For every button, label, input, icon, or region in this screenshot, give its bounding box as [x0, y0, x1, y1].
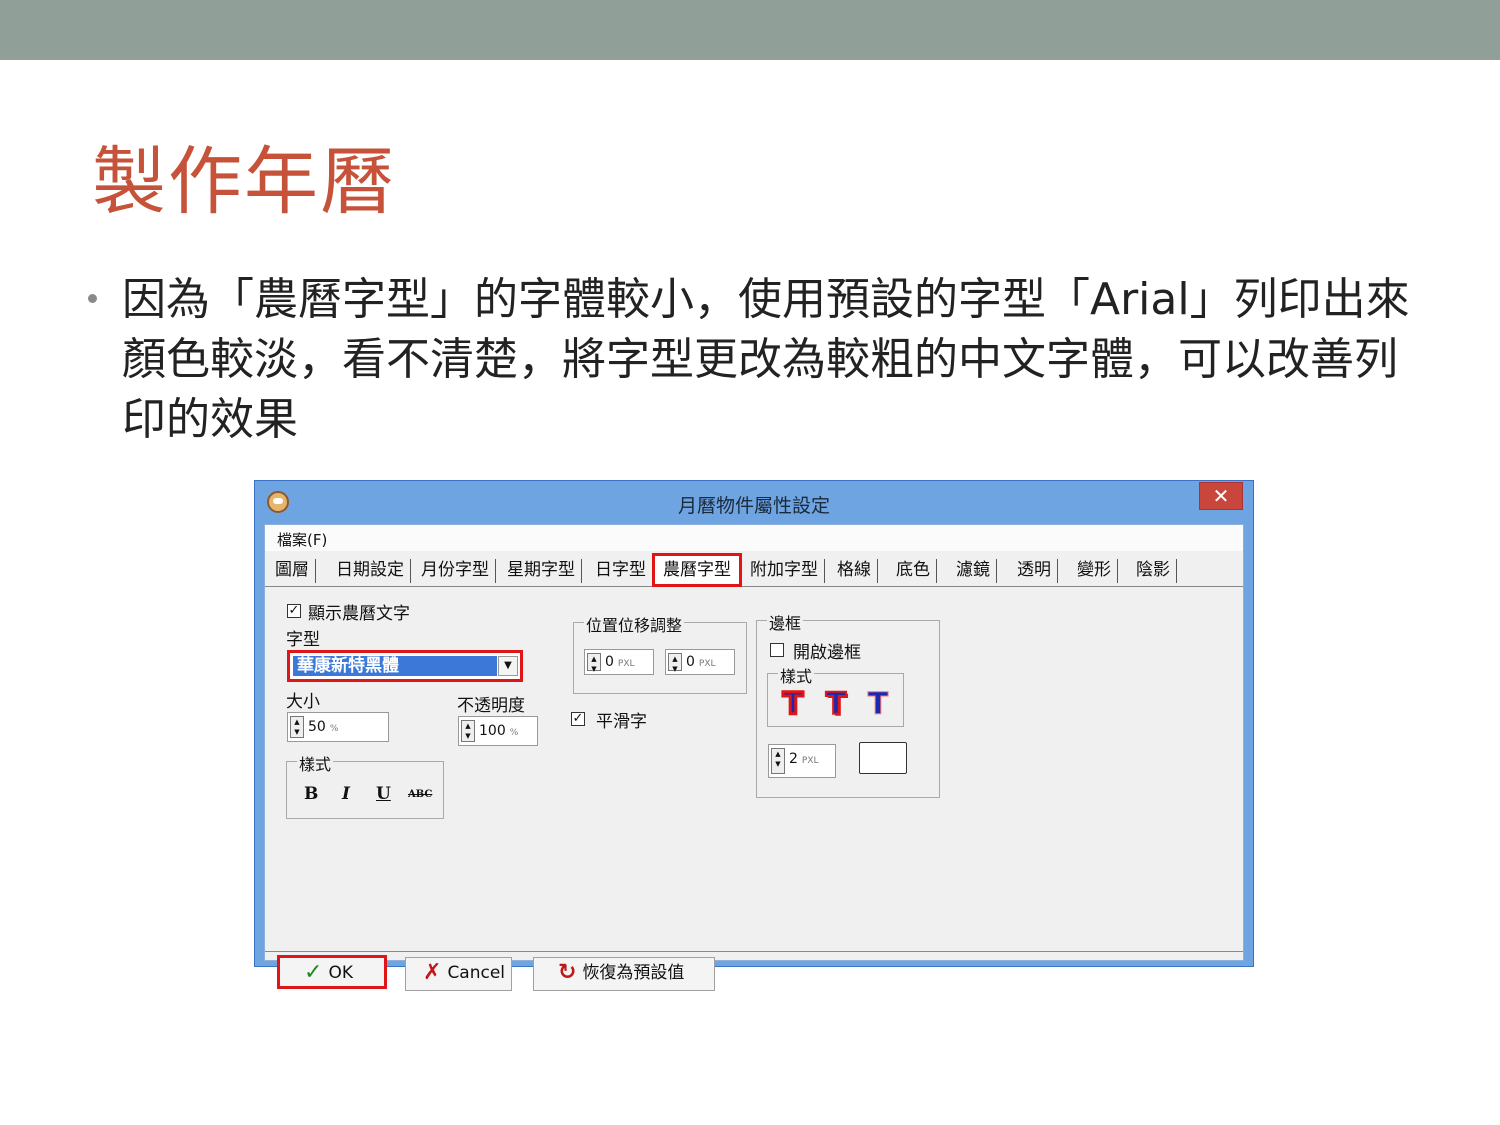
tab-transparency[interactable]: 透明	[1017, 559, 1058, 583]
tab-month-font[interactable]: 月份字型	[421, 559, 496, 583]
ok-button[interactable]: ✓ OK	[277, 955, 387, 989]
bullet-block: 因為「農曆字型」的字體較小，使用預設的字型「Arial」列印出來顏色較淡，看不清…	[88, 270, 1418, 450]
spinner-arrows-icon[interactable]: ▲ ▼	[668, 653, 682, 673]
close-button[interactable]: ✕	[1199, 482, 1243, 510]
cancel-button[interactable]: ✗ Cancel	[405, 957, 512, 991]
border-group-label: 邊框	[767, 610, 804, 634]
spinner-arrows-icon[interactable]: ▲ ▼	[461, 720, 475, 742]
tab-shadow[interactable]: 陰影	[1136, 559, 1177, 583]
refresh-icon: ↻	[558, 960, 577, 985]
border-width-unit: PXL	[801, 756, 819, 766]
font-style-group-label: 樣式	[297, 751, 334, 775]
border-style-group: 樣式 T T T	[767, 663, 904, 727]
offset-y-value: 0	[686, 654, 695, 670]
border-enable-label: 開啟邊框	[793, 643, 861, 663]
check-icon: ✓	[304, 960, 323, 985]
italic-button[interactable]: I	[342, 784, 350, 804]
border-width-spinner[interactable]: ▲ ▼ 2 PXL	[768, 744, 836, 778]
size-value: 50	[308, 719, 326, 735]
offset-x-unit: PXL	[617, 659, 635, 669]
slide-title: 製作年曆	[92, 139, 396, 225]
spinner-arrows-icon[interactable]: ▲ ▼	[290, 716, 304, 738]
menu-file[interactable]: 檔案(F)	[277, 529, 327, 550]
spinner-arrows-icon[interactable]: ▲ ▼	[587, 653, 601, 673]
properties-dialog: 月曆物件屬性設定 ✕ 檔案(F) 圖層 日期設定 月份字型 星期字型 日字型 農…	[254, 480, 1254, 991]
border-group: 邊框 開啟邊框 樣式 T T T ▲ ▼ 2 PXL	[756, 610, 940, 798]
opacity-value: 100	[479, 723, 506, 739]
button-bar: ✓ OK ✗ Cancel ↻ 恢復為預設值	[265, 952, 1243, 1008]
strikethrough-button[interactable]: ABC	[408, 789, 432, 800]
font-style-group: 樣式 B I U ABC	[286, 751, 444, 819]
tab-lunar-font[interactable]: 農曆字型	[652, 553, 742, 587]
font-select-value: 華康新特黑體	[293, 656, 497, 676]
dialog-title: 月曆物件屬性設定	[677, 495, 830, 517]
border-width-value: 2	[789, 751, 798, 767]
tab-grid[interactable]: 格線	[837, 559, 878, 583]
offset-x-spinner[interactable]: ▲ ▼ 0 PXL	[584, 649, 654, 675]
offset-group-label: 位置位移調整	[584, 612, 685, 636]
tab-transform[interactable]: 變形	[1077, 559, 1118, 583]
tab-background[interactable]: 底色	[896, 559, 937, 583]
font-label: 字型	[286, 630, 320, 650]
chevron-down-icon[interactable]: ▼	[498, 656, 518, 676]
border-style-option-2[interactable]: T	[819, 686, 853, 723]
show-lunar-label: 顯示農曆文字	[308, 604, 410, 624]
offset-y-spinner[interactable]: ▲ ▼ 0 PXL	[665, 649, 735, 675]
reset-defaults-button[interactable]: ↻ 恢復為預設值	[533, 957, 715, 991]
lunar-font-panel: ✓ 顯示農曆文字 字型 華康新特黑體 ▼ 大小 ▲ ▼ 50% 不透明度 ▲ ▼ 1…	[267, 587, 1241, 897]
opacity-spinner[interactable]: ▲ ▼ 100%	[458, 716, 538, 746]
tab-week-font[interactable]: 星期字型	[507, 559, 582, 583]
title-bar[interactable]: 月曆物件屬性設定 ✕	[255, 481, 1253, 523]
offset-y-unit: PXL	[698, 659, 716, 669]
border-style-label: 樣式	[778, 663, 815, 687]
bold-button[interactable]: B	[304, 784, 318, 804]
bullet-text: 因為「農曆字型」的字體較小，使用預設的字型「Arial」列印出來顏色較淡，看不清…	[122, 274, 1410, 445]
dialog-client: 檔案(F) 圖層 日期設定 月份字型 星期字型 日字型 農曆字型 附加字型 格線…	[264, 524, 1244, 991]
smooth-checkbox[interactable]: ✓	[571, 712, 585, 726]
smooth-label: 平滑字	[596, 712, 647, 732]
spinner-arrows-icon[interactable]: ▲ ▼	[771, 748, 785, 774]
size-unit: %	[329, 724, 339, 734]
font-select[interactable]: 華康新特黑體 ▼	[287, 650, 523, 682]
tab-filter[interactable]: 濾鏡	[956, 559, 997, 583]
size-spinner[interactable]: ▲ ▼ 50%	[287, 712, 389, 742]
tab-day-font[interactable]: 日字型	[595, 559, 653, 583]
underline-button[interactable]: U	[376, 784, 391, 804]
border-style-option-3[interactable]: T	[861, 687, 895, 723]
offset-x-value: 0	[605, 654, 614, 670]
tab-date-settings[interactable]: 日期設定	[336, 559, 411, 583]
tab-strip: 圖層 日期設定 月份字型 星期字型 日字型 農曆字型 附加字型 格線 底色 濾鏡…	[265, 553, 1243, 587]
offset-group: 位置位移調整 ▲ ▼ 0 PXL ▲ ▼ 0 PXL	[573, 612, 747, 694]
tab-extra-font[interactable]: 附加字型	[750, 559, 825, 583]
cross-icon: ✗	[423, 960, 442, 985]
tab-layer[interactable]: 圖層	[275, 559, 316, 583]
opacity-unit: %	[509, 728, 519, 738]
border-style-option-1[interactable]: T	[776, 686, 810, 724]
size-label: 大小	[286, 692, 320, 712]
border-enable-checkbox[interactable]	[770, 643, 784, 657]
opacity-label: 不透明度	[457, 696, 525, 716]
border-color-swatch[interactable]	[859, 742, 907, 774]
bullet-dot	[88, 294, 97, 303]
top-band	[0, 0, 1500, 60]
show-lunar-checkbox[interactable]: ✓	[287, 604, 301, 618]
menu-bar: 檔案(F)	[265, 525, 1243, 551]
